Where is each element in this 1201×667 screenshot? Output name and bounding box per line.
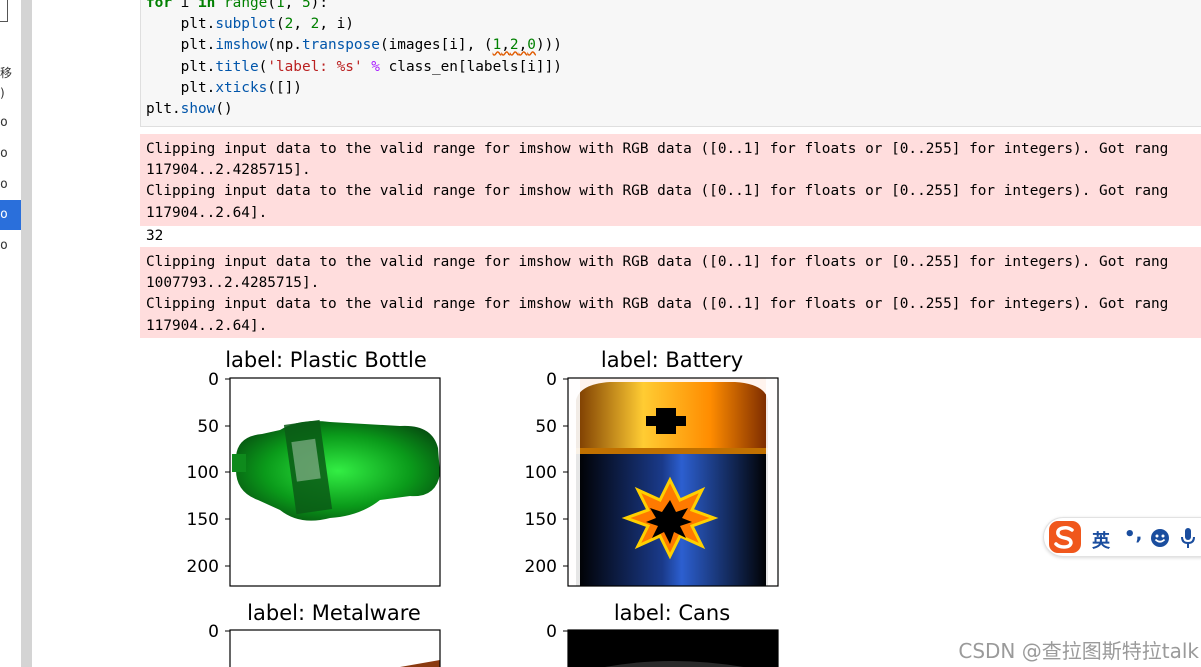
- subplot-image: [230, 378, 440, 586]
- subplot-title: label: Plastic Bottle: [225, 348, 427, 372]
- notebook-area: for i in range(1, 5): plt.subplot(2, 2, …: [32, 0, 1201, 667]
- checkbox-fragment[interactable]: [0, 0, 8, 22]
- stderr-line: Clipping input data to the valid range f…: [146, 254, 1169, 270]
- code-editor[interactable]: for i in range(1, 5): plt.subplot(2, 2, …: [146, 0, 562, 120]
- y-axis-ticks: 0: [208, 622, 230, 642]
- ime-toolbar[interactable]: 英 •,: [1043, 517, 1201, 557]
- code-line-1-rest: i in range(1, 5):: [180, 0, 328, 11]
- panel-resize-handle[interactable]: [21, 0, 32, 667]
- stderr-output: Clipping input data to the valid range f…: [140, 134, 1201, 226]
- subplot-image: [230, 630, 440, 667]
- stdout-line: 32: [146, 228, 164, 244]
- stderr-line: 117904..2.64].: [146, 317, 268, 334]
- y-tick-label: 200: [525, 557, 557, 577]
- stdout-output: 32: [140, 226, 1201, 247]
- subplot-title: label: Cans: [614, 601, 730, 625]
- sogou-s-icon[interactable]: [1048, 520, 1082, 554]
- code-cell[interactable]: for i in range(1, 5): plt.subplot(2, 2, …: [140, 0, 1201, 127]
- subplot-title: label: Battery: [601, 348, 743, 372]
- microphone-icon[interactable]: [1180, 527, 1196, 549]
- matplotlib-figure: label: Plastic Bottle 0 50 100 150 200 l…: [140, 340, 840, 667]
- file-list-item-selected[interactable]: o: [0, 200, 21, 230]
- y-tick-label: 150: [525, 510, 557, 530]
- stderr-line: 117904..2.4285715].: [146, 162, 311, 179]
- figure-canvas: label: Plastic Bottle 0 50 100 150 200 l…: [187, 348, 779, 667]
- y-tick-label: 100: [525, 463, 557, 483]
- subplot-title: label: Metalware: [247, 601, 421, 625]
- y-tick-label: 100: [187, 463, 219, 483]
- y-tick-label: 50: [197, 417, 219, 437]
- file-list-item[interactable]: o: [0, 139, 21, 169]
- y-tick-label: 0: [546, 370, 557, 390]
- y-tick-label: 150: [187, 510, 219, 530]
- y-axis-ticks: 0 50 100 150 200: [525, 370, 568, 577]
- stderr-line: Clipping input data to the valid range f…: [146, 183, 1169, 200]
- punctuation-toggle[interactable]: •,: [1124, 524, 1142, 545]
- input-language-toggle[interactable]: 英: [1092, 527, 1110, 553]
- stderr-line: 117904..2.64].: [146, 204, 268, 221]
- stderr-line: 1007793..2.4285715].: [146, 275, 320, 292]
- file-browser-panel: 移 ) o o o o o: [0, 0, 21, 667]
- y-tick-label: 0: [208, 622, 219, 642]
- file-list-item[interactable]: o: [0, 231, 21, 261]
- stderr-line: Clipping input data to the valid range f…: [146, 141, 1169, 157]
- y-tick-label: 50: [535, 417, 557, 437]
- smiley-icon[interactable]: [1150, 528, 1170, 548]
- file-list-item[interactable]: o: [0, 108, 21, 138]
- y-tick-label: 0: [208, 370, 219, 390]
- stderr-line: Clipping input data to the valid range f…: [146, 296, 1169, 313]
- subplot-image: [568, 630, 778, 667]
- y-axis-ticks: 0: [546, 622, 568, 642]
- y-tick-label: 200: [187, 557, 219, 577]
- y-axis-ticks: 0 50 100 150 200: [187, 370, 230, 577]
- stderr-output: Clipping input data to the valid range f…: [140, 247, 1201, 338]
- watermark: CSDN @查拉图斯特拉talk: [958, 639, 1199, 663]
- sidebar-text-fragment: ): [0, 86, 5, 100]
- y-tick-label: 0: [546, 622, 557, 642]
- sidebar-text-fragment: 移: [0, 66, 13, 80]
- subplot-image: [568, 378, 778, 586]
- file-list-item[interactable]: o: [0, 170, 21, 200]
